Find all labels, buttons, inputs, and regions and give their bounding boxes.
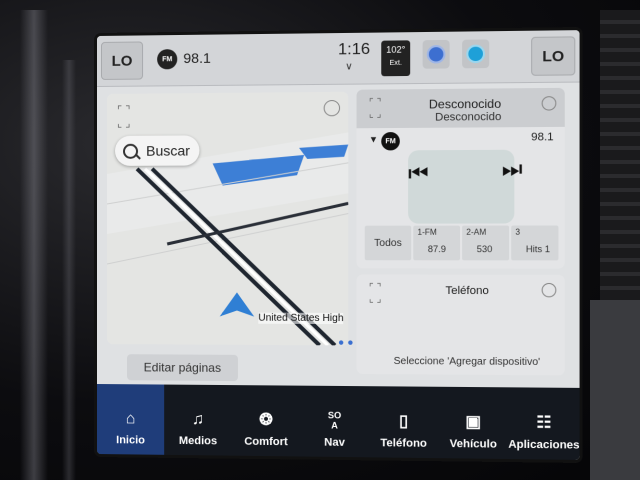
music-icon: ♫ [191, 410, 205, 429]
clock: 1:16 [338, 40, 371, 59]
road-label: United States High [258, 312, 344, 325]
tab-nav[interactable]: SO A Nav [300, 386, 369, 458]
right-climate-button[interactable]: LO [531, 36, 576, 76]
preset-3[interactable]: 3 Hits 1 [511, 225, 559, 261]
preset-label: 3 [515, 227, 521, 237]
dash-panel [590, 300, 640, 480]
preset-row: Todos 1-FM 87.9 2-AM 530 3 Hits 1 [364, 225, 559, 261]
infotainment-screen: LO FM 98.1 1:16 ∨ 102° Ext. LO ⌜ ⌝ ⌞ ⌟ B… [97, 30, 580, 460]
media-subtitle: Desconocido [435, 110, 502, 124]
tab-label: Nav [324, 436, 345, 449]
next-track-icon[interactable]: ⏭ [502, 156, 523, 183]
page-indicator: ●● [338, 337, 357, 349]
home-icon: ⌂ [125, 410, 136, 428]
bottom-nav-bar: ⌂ Inicio ♫ Medios ❂ Comfort SO A Nav ▯ Te… [97, 384, 580, 460]
voice-assistant-button[interactable] [462, 39, 490, 69]
preset-value: 87.9 [427, 243, 447, 255]
tab-vehiculo[interactable]: ▣ Vehículo [438, 387, 508, 459]
phone-hint: Seleccione 'Agregar dispositivo' [393, 355, 541, 369]
expand-icon[interactable]: ⌜ ⌝ ⌞ ⌟ [369, 98, 382, 120]
compass-icon: SO A [328, 410, 341, 430]
tab-medios[interactable]: ♫ Medios [164, 385, 232, 456]
search-button[interactable]: Buscar [114, 135, 200, 166]
fm-badge: FM [157, 49, 178, 70]
tab-aplicaciones[interactable]: ☷ Aplicaciones [508, 387, 579, 460]
phone-icon: ▯ [399, 412, 409, 431]
driver-profile-button[interactable] [422, 39, 450, 69]
preset-value: Hits 1 [525, 243, 551, 255]
source-dropdown-icon[interactable]: ▼ [369, 134, 378, 144]
hide-card-icon[interactable] [323, 99, 341, 117]
media-card[interactable]: ⌜ ⌝ ⌞ ⌟ Desconocido Desconocido ▼ FM 98.1… [356, 87, 565, 269]
compass-heading: SO [327, 410, 342, 421]
air-vent [600, 10, 640, 310]
expand-icon[interactable]: ⌜ ⌝ ⌞ ⌟ [369, 283, 382, 305]
preset-all[interactable]: Todos [364, 225, 412, 261]
tab-label: Inicio [116, 434, 145, 447]
preset-label: Todos [374, 237, 402, 249]
tab-telefono[interactable]: ▯ Teléfono [369, 386, 438, 458]
preset-label: 2-AM [466, 227, 487, 237]
fan-icon: ❂ [259, 411, 273, 429]
tab-label: Teléfono [380, 437, 427, 450]
preset-label: 1-FM [417, 227, 437, 237]
edit-pages-button[interactable]: Editar páginas [127, 354, 238, 382]
tab-label: Vehículo [449, 437, 497, 451]
expand-icon[interactable]: ⌜ ⌝ ⌞ ⌟ [117, 104, 130, 130]
tab-label: Medios [178, 434, 218, 448]
nav-arrow-icon [219, 292, 255, 317]
preset-1[interactable]: 1-FM 87.9 [413, 225, 461, 261]
tab-label: Aplicaciones [508, 438, 580, 452]
car-icon: ▣ [465, 413, 482, 432]
media-frequency: 98.1 [531, 131, 554, 144]
compass-heading-arrow: A [331, 420, 338, 431]
alexa-icon [466, 44, 486, 64]
tab-inicio[interactable]: ⌂ Inicio [97, 384, 165, 455]
left-climate-button[interactable]: LO [100, 41, 144, 80]
search-icon [123, 143, 139, 159]
profile-icon [426, 45, 446, 64]
media-title: Desconocido [428, 96, 502, 112]
bezel-reflection [20, 10, 48, 480]
previous-track-icon[interactable]: ⏮ [408, 160, 429, 187]
nav-card[interactable]: ⌜ ⌝ ⌞ ⌟ Buscar United States High [106, 91, 349, 346]
apps-icon: ☷ [536, 414, 552, 432]
preset-value: 530 [476, 243, 493, 255]
hide-card-icon[interactable] [541, 96, 557, 111]
hide-card-icon[interactable] [541, 282, 557, 298]
fm-badge[interactable]: FM [381, 132, 400, 151]
tab-comfort[interactable]: ❂ Comfort [232, 385, 300, 456]
outside-temp: 102° Ext. [381, 40, 411, 77]
search-label: Buscar [146, 142, 190, 159]
phone-title: Teléfono [445, 284, 489, 298]
temp-ext-label: Ext. [389, 59, 402, 68]
tab-label: Comfort [244, 435, 288, 449]
bezel-reflection [62, 60, 76, 480]
chevron-down-icon[interactable]: ∨ [345, 61, 353, 72]
radio-frequency[interactable]: 98.1 [183, 50, 211, 66]
phone-card[interactable]: ⌜ ⌝ ⌞ ⌟ Teléfono Seleccione 'Agregar disp… [356, 274, 565, 376]
status-bar: LO FM 98.1 1:16 ∨ 102° Ext. LO [97, 30, 580, 87]
temp-value: 102° [386, 44, 406, 55]
preset-2[interactable]: 2-AM 530 [462, 225, 510, 261]
